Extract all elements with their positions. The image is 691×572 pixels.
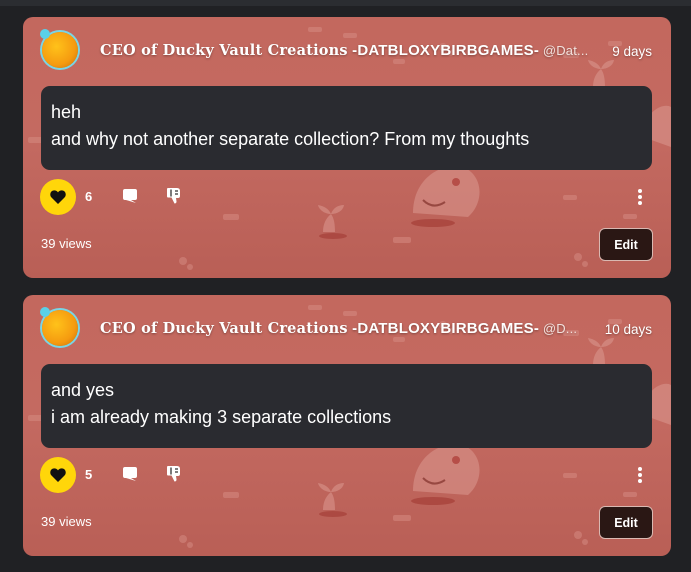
message-bubble: and yes i am already making 3 separate c… [41,364,652,448]
speech-bubble-icon[interactable] [122,466,138,482]
author-display-name-suffix: -DATBLOXYBIRBGAMES- [347,42,540,59]
edit-button[interactable]: Edit [599,506,653,539]
like-count: 6 [85,189,93,204]
heart-icon [50,190,66,204]
top-divider [0,0,691,6]
author-name[interactable]: CEO of Ducky Vault Creations -DATBLOXYBI… [100,42,589,59]
view-count: 39 views [41,236,92,251]
like-count: 5 [85,467,93,482]
author-display-name: CEO of Ducky Vault Creations [100,42,348,59]
message-line: i am already making 3 separate collectio… [51,407,392,427]
vertical-dots-icon[interactable] [637,467,643,483]
edit-button[interactable]: Edit [599,228,653,261]
author-display-name-suffix: -DATBLOXYBIRBGAMES- [347,320,540,337]
thumbs-down-icon[interactable] [166,187,182,204]
author-handle: @Dat... [539,43,589,58]
post-card: CEO of Ducky Vault Creations -DATBLOXYBI… [23,295,671,556]
avatar[interactable] [40,307,78,346]
message-line: and why not another separate collection?… [51,129,530,149]
thumbs-down-icon[interactable] [166,465,182,482]
message-bubble: heh and why not another separate collect… [41,86,652,170]
post-card: CEO of Ducky Vault Creations -DATBLOXYBI… [23,17,671,278]
message-line: heh [51,102,82,122]
speech-bubble-icon[interactable] [122,188,138,204]
like-button[interactable] [40,179,76,215]
heart-icon [50,468,66,482]
author-handle: @D... [539,321,578,336]
author-display-name: CEO of Ducky Vault Creations [100,320,348,337]
post-time: 9 days [612,44,652,59]
like-button[interactable] [40,457,76,493]
view-count: 39 views [41,514,92,529]
vertical-dots-icon[interactable] [637,189,643,205]
avatar[interactable] [40,29,78,68]
message-line: and yes [51,380,115,400]
author-name[interactable]: CEO of Ducky Vault Creations -DATBLOXYBI… [100,320,577,337]
post-time: 10 days [604,322,652,337]
